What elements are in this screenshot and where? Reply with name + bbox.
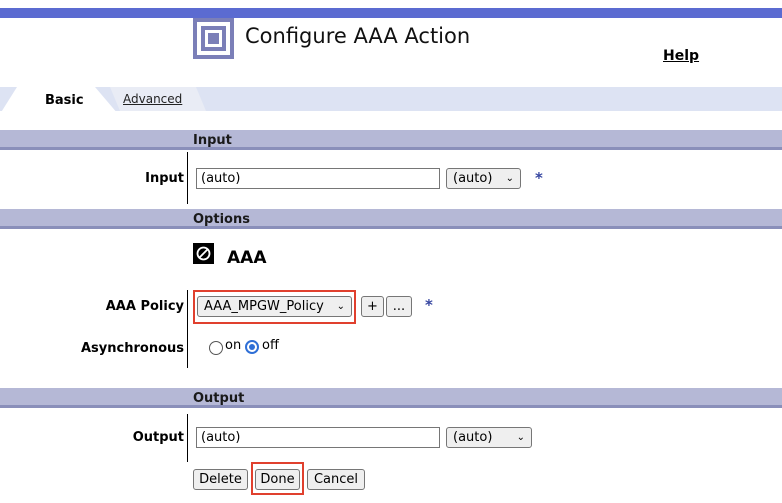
async-off-label: off: [262, 338, 279, 353]
input-field[interactable]: (auto): [196, 168, 440, 189]
options-section-title: Options: [193, 212, 250, 227]
input-context-value: (auto): [453, 171, 493, 186]
tab-advanced-label: Advanced: [123, 92, 183, 106]
input-divider: [187, 152, 188, 204]
output-context-select[interactable]: (auto) ⌄: [446, 427, 532, 448]
async-off-radio[interactable]: [245, 340, 259, 354]
async-on-radio[interactable]: [209, 341, 223, 355]
required-marker: *: [535, 169, 543, 187]
output-section-title: Output: [193, 391, 245, 406]
chevron-down-icon: ⌄: [516, 432, 525, 443]
async-on-label: on: [225, 338, 242, 353]
add-policy-button[interactable]: +: [361, 296, 384, 317]
tab-advanced[interactable]: Advanced: [110, 87, 206, 111]
output-divider: [187, 414, 188, 462]
no-entry-icon: [193, 243, 214, 264]
output-section-header: Output: [0, 388, 782, 408]
aaa-heading: AAA: [227, 248, 267, 268]
done-button[interactable]: Done: [255, 469, 300, 490]
input-section-header: Input: [0, 130, 782, 150]
options-section-header: Options: [0, 209, 782, 229]
required-marker: *: [425, 296, 433, 314]
output-field[interactable]: (auto): [196, 427, 440, 448]
chevron-down-icon: ⌄: [336, 301, 345, 312]
help-link[interactable]: Help: [663, 48, 699, 64]
chevron-down-icon: ⌄: [505, 173, 514, 184]
aaa-policy-select[interactable]: AAA_MPGW_Policy ⌄: [197, 296, 352, 317]
delete-button[interactable]: Delete: [193, 469, 248, 490]
tab-basic-label: Basic: [45, 93, 84, 108]
input-section-title: Input: [193, 133, 232, 148]
output-label: Output: [132, 430, 184, 445]
options-divider: [187, 290, 188, 368]
output-context-value: (auto): [453, 430, 493, 445]
input-context-select[interactable]: (auto) ⌄: [446, 168, 521, 189]
page-title: Configure AAA Action: [245, 24, 471, 48]
cancel-button[interactable]: Cancel: [307, 469, 365, 490]
asynchronous-label: Asynchronous: [80, 341, 184, 356]
aaa-policy-value: AAA_MPGW_Policy: [204, 299, 324, 314]
top-accent-bar: [0, 8, 782, 18]
aaa-policy-label: AAA Policy: [105, 299, 184, 314]
edit-policy-button[interactable]: ...: [386, 296, 412, 317]
app-logo-icon: [193, 18, 234, 59]
input-label: Input: [145, 171, 184, 186]
